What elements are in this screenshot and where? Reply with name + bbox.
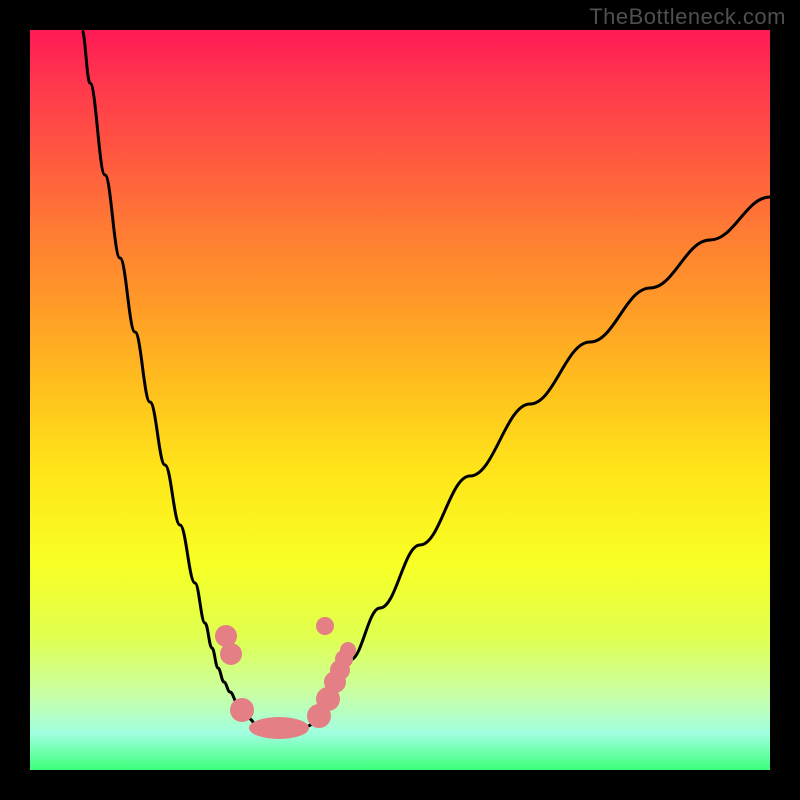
chart-frame: TheBottleneck.com [0,0,800,800]
marker-dot [316,617,334,635]
marker-dot [230,698,254,722]
curve-right-branch [318,197,770,718]
bottleneck-curve [30,30,770,770]
marker-dot [340,642,356,658]
curve-left-branch [82,30,248,718]
marker-dot [220,643,242,665]
attribution-text: TheBottleneck.com [589,4,786,30]
marker-pill [249,717,309,739]
plot-area [30,30,770,770]
curve-markers [215,617,356,739]
